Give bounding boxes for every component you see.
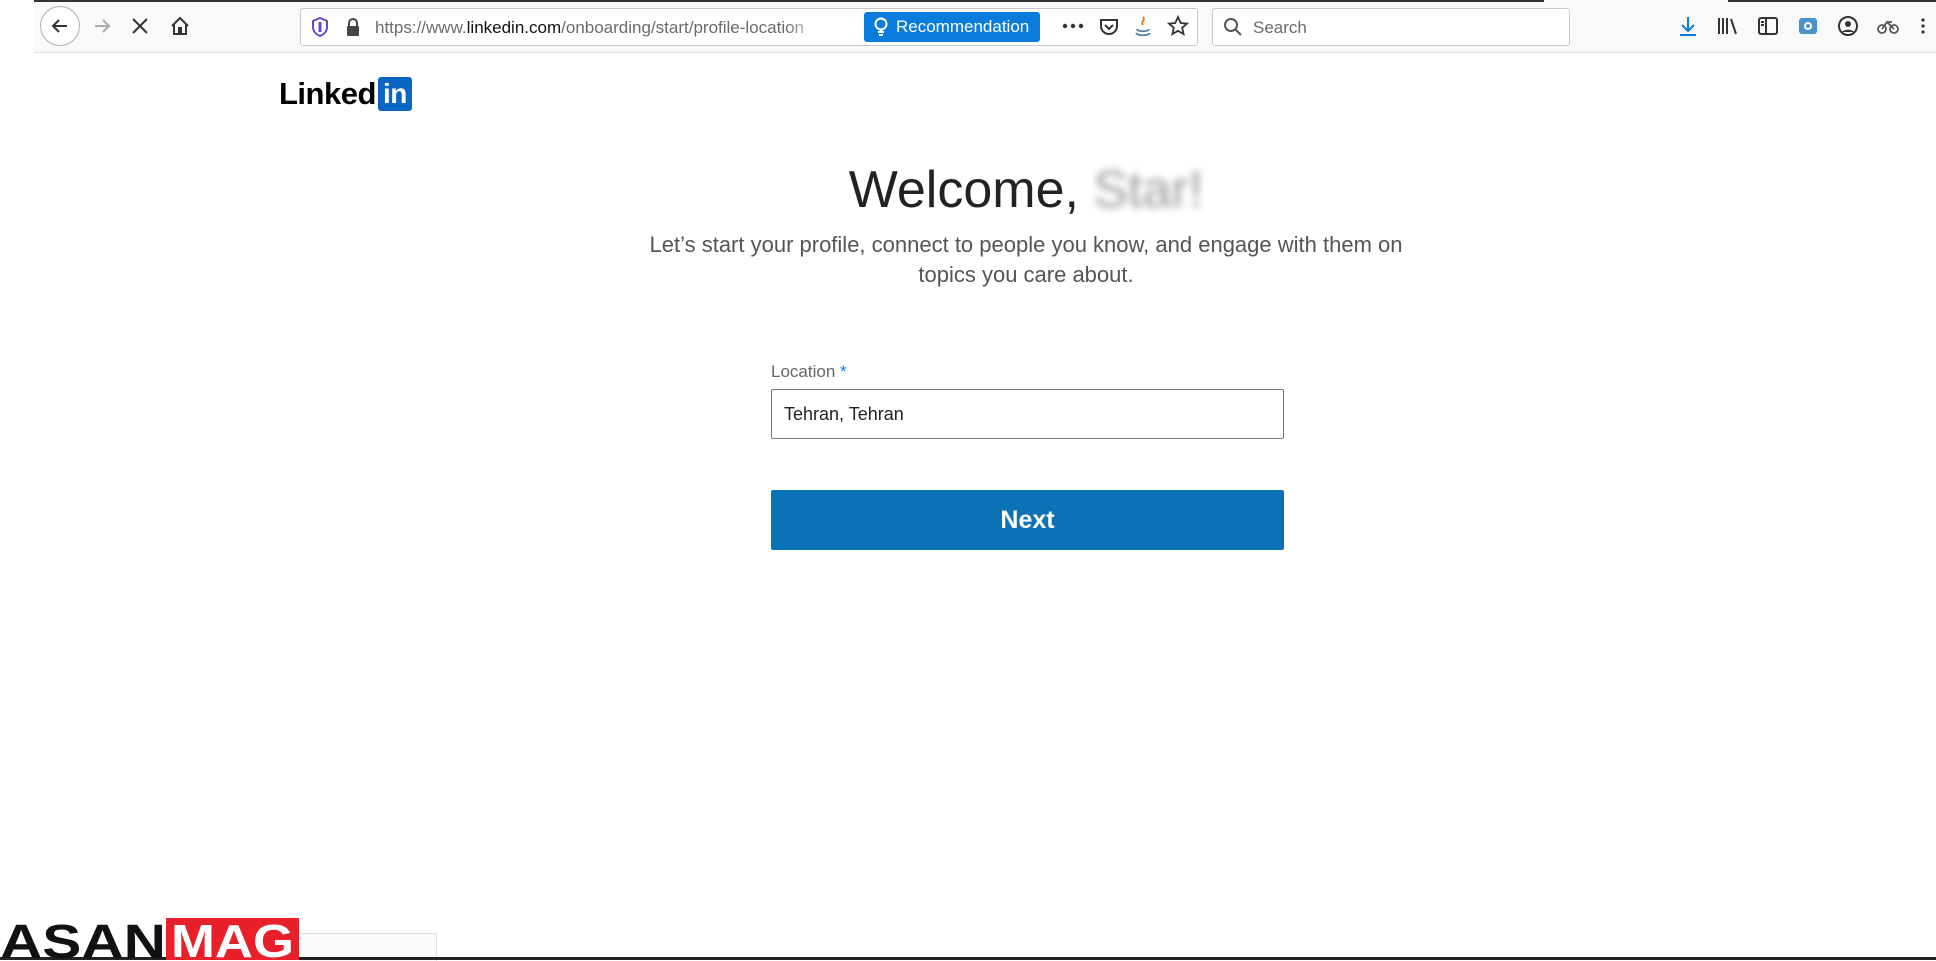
- download-icon[interactable]: [1674, 12, 1702, 40]
- lightbulb-icon: [874, 17, 888, 36]
- welcome-subtitle: Let’s start your profile, connect to peo…: [649, 232, 1403, 287]
- welcome-greeting: Welcome,: [848, 161, 1094, 219]
- account-icon[interactable]: [1834, 12, 1862, 40]
- screenshot-extension-icon[interactable]: [1794, 12, 1822, 40]
- recommendation-button[interactable]: Recommendation: [864, 12, 1040, 42]
- url-text[interactable]: https://www.linkedin.com/onboarding/star…: [375, 18, 825, 38]
- url-path: /onboarding/start/profile-location: [561, 18, 805, 37]
- logo-text: Linked: [279, 76, 376, 111]
- home-icon: [171, 16, 189, 35]
- watermark-text-right: MAG: [171, 918, 294, 960]
- tracking-shield-icon[interactable]: [311, 16, 329, 42]
- extension-icon[interactable]: [1874, 12, 1902, 40]
- more-actions-icon[interactable]: [1061, 15, 1085, 42]
- close-icon: [132, 18, 148, 34]
- sidebar-icon[interactable]: [1754, 12, 1782, 40]
- search-input[interactable]: [1251, 15, 1555, 41]
- arrow-right-icon: [95, 19, 111, 33]
- next-button[interactable]: Next: [771, 490, 1284, 550]
- star-icon[interactable]: [1166, 14, 1190, 42]
- page-title: Welcome, Star!: [0, 160, 1936, 220]
- url-host: linkedin.com: [466, 18, 562, 37]
- location-input[interactable]: [771, 389, 1284, 439]
- pocket-icon[interactable]: [1098, 16, 1120, 43]
- arrow-left-icon: [51, 19, 67, 33]
- watermark-text-left: ASAN: [0, 918, 166, 960]
- java-extension-icon[interactable]: [1133, 15, 1153, 44]
- search-icon: [1223, 17, 1243, 42]
- address-bar[interactable]: https://www.linkedin.com/onboarding/star…: [300, 8, 1198, 46]
- linkedin-logo[interactable]: Linked in: [279, 76, 412, 112]
- window-top-edge-right: [1728, 0, 1936, 2]
- location-label: Location *: [771, 362, 847, 382]
- library-icon[interactable]: [1714, 12, 1742, 40]
- home-button[interactable]: [162, 8, 198, 44]
- location-label-text: Location: [771, 362, 836, 381]
- asanmag-watermark-logo: ASAN MAG: [0, 918, 299, 960]
- window-top-edge: [34, 0, 1544, 2]
- search-bar[interactable]: [1212, 8, 1570, 46]
- forward-button[interactable]: [84, 8, 120, 44]
- url-prefix: https://www.: [375, 18, 467, 37]
- recommendation-label: Recommendation: [896, 17, 1030, 36]
- stop-button[interactable]: [122, 8, 158, 44]
- lock-icon[interactable]: [345, 17, 361, 42]
- back-button[interactable]: [40, 6, 80, 46]
- required-mark: *: [840, 362, 847, 381]
- logo-badge: in: [377, 77, 412, 111]
- menu-icon[interactable]: [1914, 12, 1932, 40]
- user-name-blurred: Star!: [1093, 161, 1204, 219]
